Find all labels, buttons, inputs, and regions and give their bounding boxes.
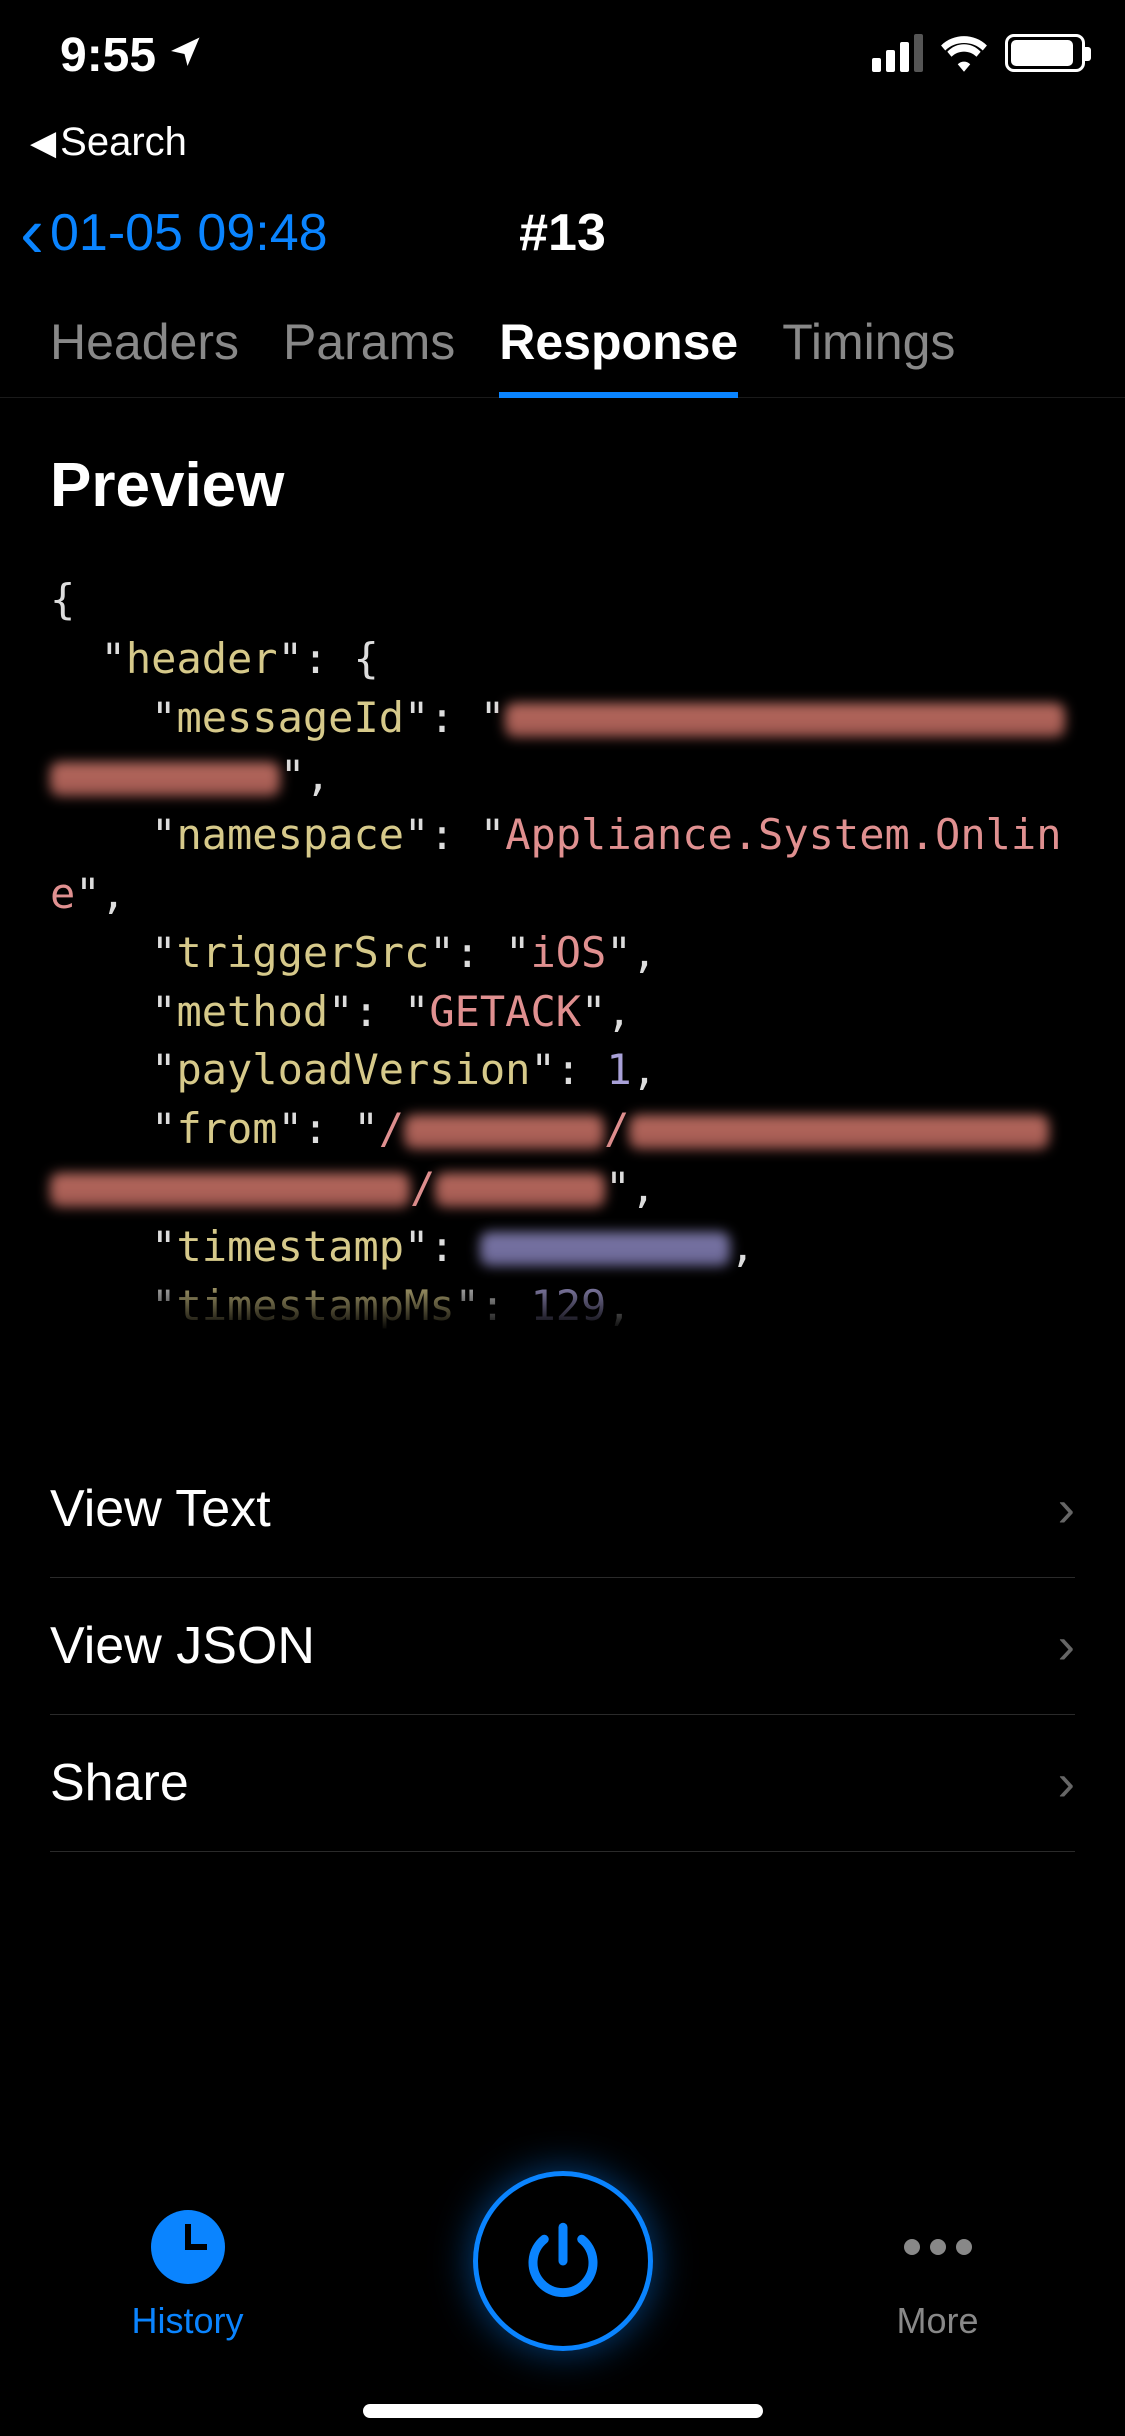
action-view-json[interactable]: View JSON › (50, 1578, 1075, 1715)
redacted-value (480, 1232, 730, 1266)
json-string: iOS (530, 928, 606, 977)
bottom-tab-bar: History More (0, 2116, 1125, 2436)
back-to-app[interactable]: ◀ Search (0, 120, 1125, 183)
json-string: GETACK (429, 987, 581, 1036)
json-key: payloadVersion (176, 1045, 530, 1094)
tab-headers[interactable]: Headers (50, 313, 239, 397)
bottom-tab-more[interactable]: More (788, 2210, 1088, 2342)
json-key: header (126, 634, 278, 683)
back-button-label: 01-05 09:48 (50, 203, 328, 263)
redacted-value (505, 703, 1065, 737)
action-view-text[interactable]: View Text › (50, 1441, 1075, 1578)
back-button[interactable]: ‹ 01-05 09:48 (0, 197, 328, 269)
action-label: View Text (50, 1479, 271, 1539)
action-share[interactable]: Share › (50, 1715, 1075, 1852)
fade-overlay (0, 1271, 1125, 1331)
chevron-left-icon: ‹ (20, 197, 44, 269)
json-key: from (176, 1104, 277, 1153)
redacted-value (50, 762, 280, 796)
battery-icon (1005, 34, 1085, 72)
json-string: / (379, 1104, 404, 1153)
json-key: timestamp (176, 1222, 404, 1271)
status-bar: 9:55 (0, 0, 1125, 120)
redacted-value (50, 1173, 410, 1207)
cellular-icon (872, 34, 923, 72)
status-time-group: 9:55 (60, 28, 204, 83)
tab-timings[interactable]: Timings (782, 313, 955, 397)
json-number: 1 (606, 1045, 631, 1094)
bottom-tab-history[interactable]: History (38, 2210, 338, 2342)
redacted-value (629, 1115, 1049, 1149)
action-list: View Text › View JSON › Share › (0, 1441, 1125, 1852)
json-key: triggerSrc (176, 928, 429, 977)
tab-label: Timings (782, 314, 955, 370)
tab-label: Response (499, 314, 738, 370)
section-title: Preview (0, 398, 1125, 551)
ellipsis-icon (904, 2210, 972, 2284)
redacted-value (435, 1173, 605, 1207)
tab-params[interactable]: Params (283, 313, 455, 397)
redacted-value (404, 1115, 604, 1149)
json-key: method (176, 987, 328, 1036)
tab-label: Params (283, 314, 455, 370)
back-triangle-icon: ◀ (30, 123, 56, 163)
chevron-right-icon: › (1058, 1753, 1075, 1813)
power-circle (473, 2171, 653, 2351)
clock-icon (151, 2210, 225, 2284)
action-label: Share (50, 1753, 189, 1813)
power-button[interactable] (413, 2171, 713, 2381)
navigation-bar: ‹ 01-05 09:48 #13 (0, 183, 1125, 283)
bottom-tab-label: More (896, 2300, 978, 2342)
json-key: namespace (176, 810, 404, 859)
status-right (872, 34, 1085, 72)
json-key: messageId (176, 693, 404, 742)
status-time: 9:55 (60, 28, 156, 83)
back-to-app-label: Search (60, 120, 187, 165)
bottom-tab-label: History (131, 2300, 243, 2342)
home-indicator[interactable] (363, 2404, 763, 2418)
power-icon (518, 2216, 608, 2306)
tab-response[interactable]: Response (499, 313, 738, 397)
chevron-right-icon: › (1058, 1479, 1075, 1539)
json-preview[interactable]: { "header": { "messageId": " ", "namespa… (0, 551, 1125, 1331)
location-icon (168, 33, 204, 79)
wifi-icon (939, 34, 989, 72)
action-label: View JSON (50, 1616, 315, 1676)
tab-bar: Headers Params Response Timings (0, 283, 1125, 398)
tab-label: Headers (50, 314, 239, 370)
chevron-right-icon: › (1058, 1616, 1075, 1676)
